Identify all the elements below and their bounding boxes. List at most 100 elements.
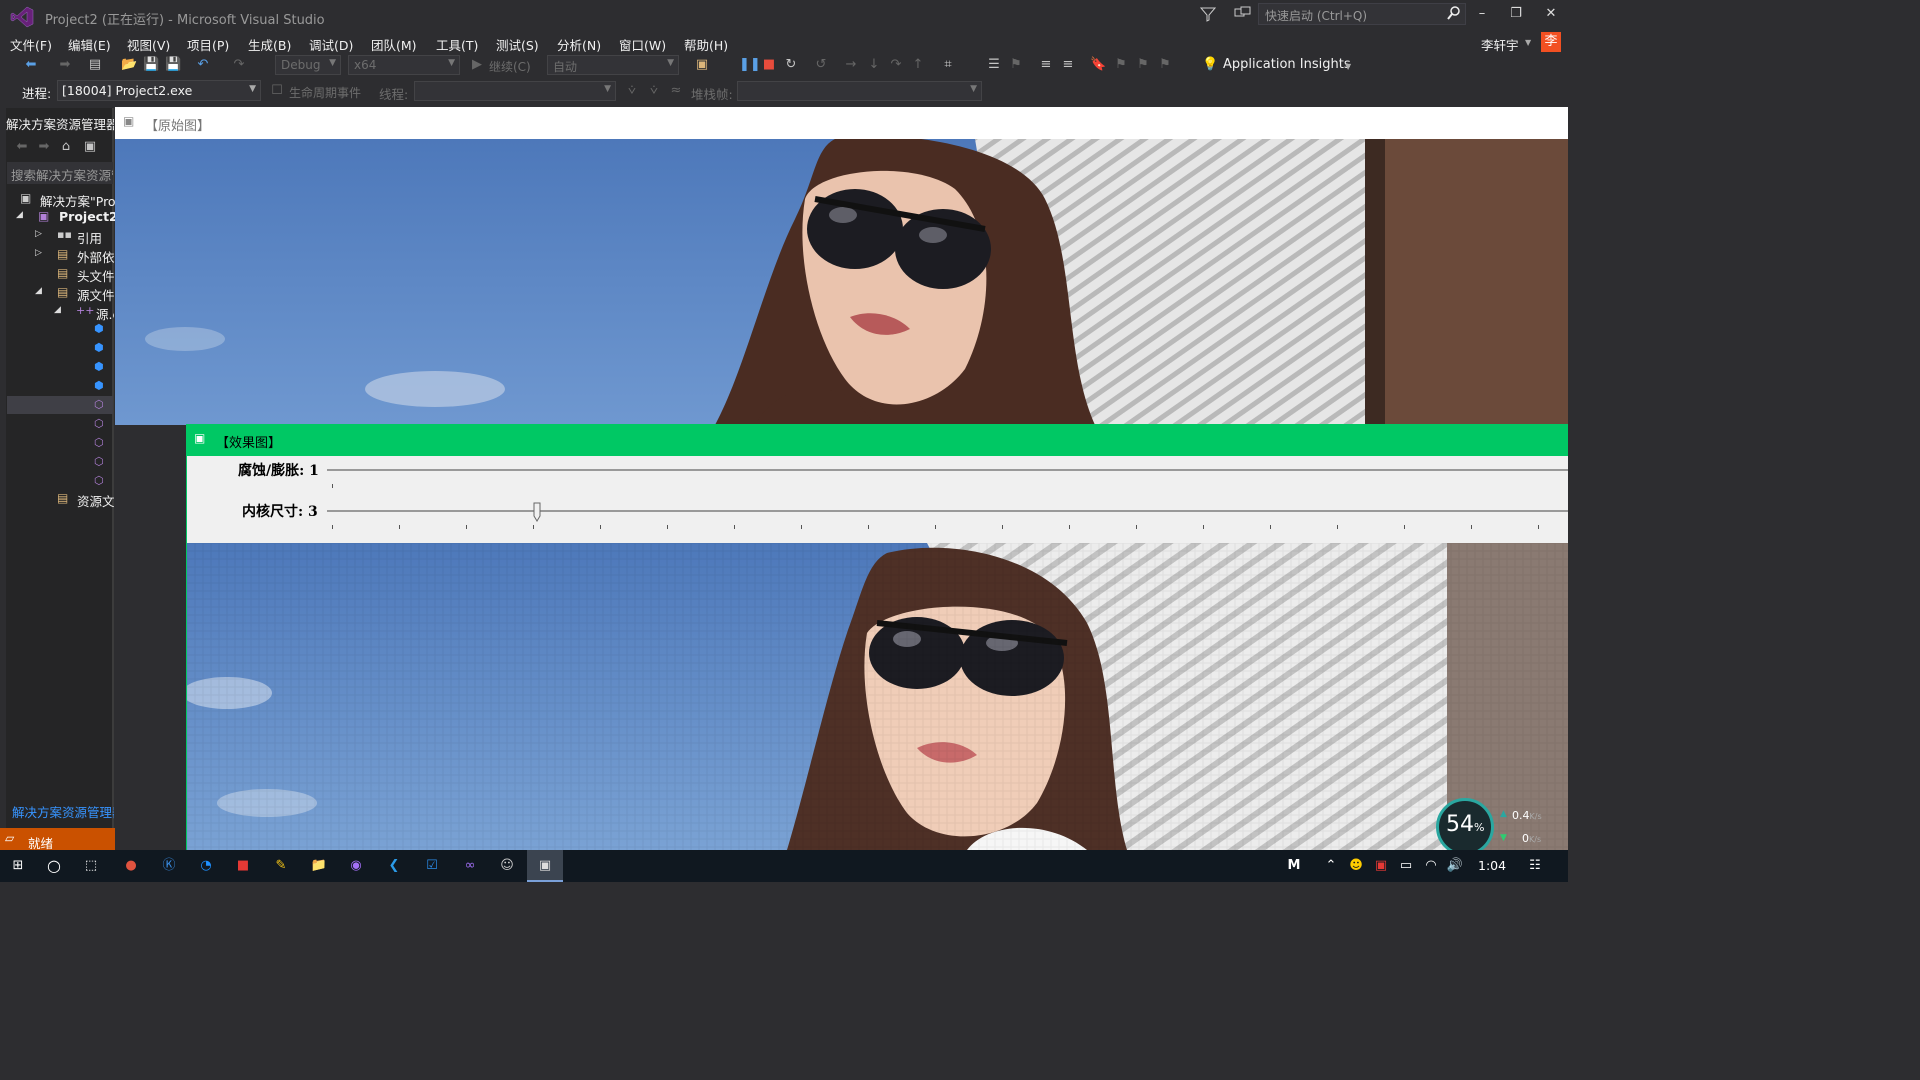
battery-icon[interactable]: ▭ [1396, 856, 1416, 876]
menu-project[interactable]: 项目(P) [187, 35, 229, 54]
original-window-titlebar[interactable] [115, 107, 1568, 139]
pen-app-icon[interactable]: ✎ [271, 856, 291, 876]
expanded-arrow-icon[interactable]: ◢ [54, 305, 61, 315]
method-icon[interactable]: ⬡ [94, 436, 104, 449]
restore-icon[interactable]: ❐ [1503, 4, 1529, 24]
taskbar-clock[interactable]: 1:04 [1478, 858, 1506, 873]
vscode-icon[interactable]: ❮ [384, 856, 404, 876]
cube-icon[interactable]: ⬢ [94, 322, 104, 335]
configuration-combo[interactable]: Debug ▼ [275, 55, 341, 75]
lifecycle-events-button[interactable]: 生命周期事件 [289, 84, 361, 101]
menu-analyze[interactable]: 分析(N) [557, 35, 601, 54]
menu-tools[interactable]: 工具(T) [436, 35, 478, 54]
app-icon-1[interactable]: ● [121, 856, 141, 876]
menu-file[interactable]: 文件(F) [10, 35, 52, 54]
search-cortana-icon[interactable]: ○ [44, 856, 64, 876]
effect-window-titlebar[interactable] [186, 424, 1568, 456]
platform-combo[interactable]: x64 ▼ [348, 55, 460, 75]
thread-combo[interactable]: ▼ [414, 81, 616, 101]
thread-filter-clear-icon[interactable]: ⩒ [646, 83, 662, 99]
home-icon[interactable]: ⌂ [58, 139, 74, 155]
opencv-app-icon[interactable]: ☺ [497, 856, 517, 876]
thread-flag-icon[interactable]: ⚑ [1008, 57, 1024, 73]
app-icon-k[interactable]: Ⓚ [159, 856, 179, 876]
solution-search-input[interactable]: 搜索解决方案资源管理器 [7, 162, 113, 184]
solution-explorer-tab[interactable]: 解决方案资源管理器 [12, 802, 114, 821]
find-in-files-icon[interactable]: ▣ [694, 57, 710, 73]
comment-icon[interactable]: ≡ [1038, 57, 1054, 73]
youdao-icon[interactable]: ■ [233, 856, 253, 876]
tree-item-source-files[interactable]: ◢ ▤ 源文件 [35, 285, 115, 303]
slider-thumb[interactable] [533, 502, 541, 522]
undo-icon[interactable]: ↶ [195, 57, 211, 73]
user-dropdown-icon[interactable]: ▼ [1525, 38, 1531, 47]
hex-display-icon[interactable]: ⌗ [940, 57, 956, 73]
thread-icon[interactable]: ☰ [986, 57, 1002, 73]
pause-icon[interactable]: ❚❚ [739, 57, 761, 73]
expanded-arrow-icon[interactable]: ◢ [35, 286, 42, 296]
navigate-back-icon[interactable]: ⬅ [23, 57, 39, 73]
application-insights-icon[interactable]: 💡 [1202, 57, 1218, 73]
minimize-icon[interactable]: – [1469, 4, 1495, 24]
tree-item-resource-files[interactable]: ▤ 资源文件 [57, 491, 114, 509]
prev-bookmark-icon[interactable]: ⚑ [1113, 57, 1129, 73]
menu-test[interactable]: 测试(S) [496, 35, 539, 54]
tree-item-project[interactable]: ◢ ▣ Project2 [16, 209, 118, 227]
user-avatar[interactable]: 李 [1541, 32, 1561, 52]
erode-dilate-slider[interactable] [327, 458, 1568, 490]
user-name[interactable]: 李轩宇 [1481, 35, 1519, 54]
solution-explorer-title[interactable]: 解决方案资源管理器 [6, 114, 114, 133]
menu-build[interactable]: 生成(B) [248, 35, 291, 54]
browser-icon[interactable]: ◔ [196, 856, 216, 876]
method-icon[interactable]: ⬡ [94, 474, 104, 487]
stop-icon[interactable]: ■ [761, 57, 777, 73]
collapsed-arrow-icon[interactable]: ▷ [35, 229, 42, 239]
tree-item-references[interactable]: ▷ ▪▪ 引用 [35, 228, 114, 246]
editor-app-icon[interactable]: ☑ [422, 856, 442, 876]
tree-item-source-cpp[interactable]: ◢ ++ 源.cpp [54, 304, 114, 322]
auto-combo[interactable]: 自动 ▼ [547, 55, 679, 75]
save-icon[interactable]: 💾 [143, 57, 159, 73]
save-all-icon[interactable]: 💾 [165, 57, 181, 73]
chevron-down-icon[interactable]: ▼ [1345, 62, 1351, 71]
method-icon[interactable]: ⬡ [94, 417, 104, 430]
application-insights-button[interactable]: Application Insights [1223, 57, 1351, 72]
lifecycle-events-icon[interactable]: ☐ [269, 83, 285, 99]
volume-icon[interactable]: 🔊 [1445, 856, 1465, 876]
menu-edit[interactable]: 编辑(E) [68, 35, 111, 54]
clear-bookmarks-icon[interactable]: ⚑ [1157, 57, 1173, 73]
collapsed-arrow-icon[interactable]: ▷ [35, 248, 42, 258]
visual-studio-icon[interactable]: ∞ [460, 856, 480, 876]
continue-play-icon[interactable]: ▶ [469, 57, 485, 73]
flag-threads-icon[interactable]: ≈ [668, 83, 684, 99]
kernel-size-slider[interactable] [327, 499, 1568, 531]
notification-filter-icon[interactable] [1199, 6, 1218, 24]
restart-icon[interactable]: ↻ [783, 57, 799, 73]
windows-start-icon[interactable]: ⊞ [8, 856, 28, 876]
feedback-icon[interactable] [1234, 6, 1252, 24]
file-explorer-icon[interactable]: 📁 [309, 856, 329, 876]
wifi-icon[interactable]: ◠ [1421, 856, 1441, 876]
step-over-icon[interactable]: ↷ [888, 57, 904, 73]
menu-debug[interactable]: 调试(D) [309, 35, 353, 54]
media-app-icon[interactable]: ◉ [346, 856, 366, 876]
redo-icon[interactable]: ↷ [231, 57, 247, 73]
step-out-icon[interactable]: ↑ [910, 57, 926, 73]
method-icon[interactable]: ⬡ [94, 398, 104, 411]
show-next-statement-icon[interactable]: → [843, 57, 859, 73]
m-app-icon[interactable]: M [1284, 856, 1304, 876]
task-view-icon[interactable]: ⬚ [81, 856, 101, 876]
switch-views-icon[interactable]: ▣ [82, 139, 98, 155]
menu-view[interactable]: 视图(V) [127, 35, 170, 54]
open-file-icon[interactable]: 📂 [121, 57, 137, 73]
quick-launch-input[interactable]: 快速启动 (Ctrl+Q) [1258, 3, 1466, 25]
navigate-forward-icon[interactable]: ➡ [57, 57, 73, 73]
security-icon[interactable]: ▣ [1371, 856, 1391, 876]
menu-window[interactable]: 窗口(W) [619, 35, 666, 54]
expanded-arrow-icon[interactable]: ◢ [16, 210, 23, 220]
close-icon[interactable]: ✕ [1538, 4, 1564, 24]
show-hidden-icons-icon[interactable]: ⌃ [1321, 856, 1341, 876]
se-back-icon[interactable]: ⬅ [14, 139, 30, 155]
action-center-icon[interactable]: ☷ [1525, 856, 1545, 876]
menu-help[interactable]: 帮助(H) [684, 35, 728, 54]
